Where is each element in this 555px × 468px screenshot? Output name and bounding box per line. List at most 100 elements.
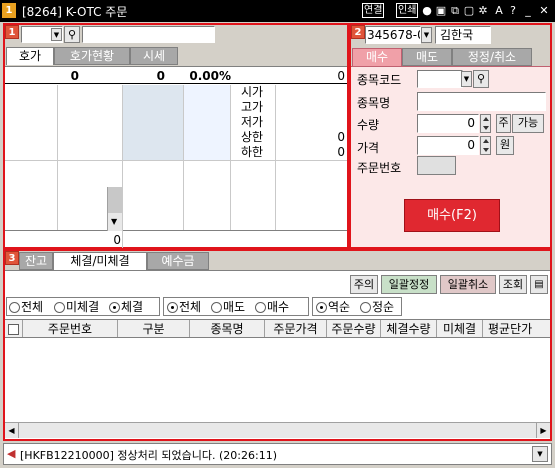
font-icon[interactable]: A — [492, 3, 506, 18]
order-no-label: 주문번호 — [357, 161, 402, 175]
printer-icon[interactable]: ▤ — [530, 275, 548, 294]
print-button[interactable]: 인쇄 — [396, 3, 419, 18]
copy-icon[interactable]: ⧉ — [448, 3, 462, 18]
chevron-down-icon[interactable]: ▼ — [421, 27, 432, 43]
order-desc[interactable]: 역순 — [316, 300, 350, 314]
lower-limit-label: 하한 — [241, 145, 264, 159]
side-sell[interactable]: 매도 — [211, 300, 245, 314]
open-label: 시가 — [241, 85, 264, 99]
select-all-checkbox[interactable] — [8, 324, 19, 335]
order-asc[interactable]: 정순 — [360, 300, 394, 314]
account-select[interactable]: 345678-01 — [365, 26, 421, 44]
table-header: 주문번호 구분 종목명 주문가격 주문수량 체결수량 미체결 평균단가 — [5, 319, 550, 338]
horizontal-scrollbar[interactable]: ◀ ▶ — [5, 422, 550, 438]
chevron-down-icon[interactable]: ▼ — [461, 71, 472, 87]
col-type[interactable]: 구분 — [118, 320, 190, 337]
status-message: [HKFB12210000] 정상처리 되었습니다. (20:26:11) — [20, 449, 277, 462]
chevron-right-icon[interactable]: ▶ — [536, 423, 550, 438]
stock-name-display — [82, 26, 215, 43]
low-label: 저가 — [241, 115, 264, 129]
col-unfilled[interactable]: 미체결 — [437, 320, 483, 337]
caution-button[interactable]: 주의 — [350, 275, 378, 294]
tab-modify-cancel[interactable]: 정정/취소 — [452, 48, 532, 66]
sell-total: 0 — [70, 69, 79, 83]
filter-unfilled[interactable]: 미체결 — [54, 300, 99, 314]
section-number-3: 3 — [5, 251, 19, 265]
save-icon[interactable]: ▣ — [434, 3, 448, 18]
tab-executions[interactable]: 체결/미체결 — [53, 252, 147, 270]
price-unit-button[interactable]: 원 — [496, 136, 514, 155]
query-button[interactable]: 조회 — [499, 275, 527, 294]
title-bar: 1 [8264] K-OTC 주문 연결 인쇄 ● ▣ ⧉ ▢ ✲ A ? _ … — [0, 0, 555, 22]
upper-limit-label: 상한 — [241, 130, 264, 144]
high-label: 고가 — [241, 100, 264, 114]
section-number-2: 2 — [351, 25, 365, 39]
tab-buy[interactable]: 매수 — [352, 48, 402, 66]
qty-input[interactable]: 0 — [417, 114, 479, 133]
filter-all[interactable]: 전체 — [9, 300, 43, 314]
price-label: 가격 — [357, 141, 380, 155]
name-label: 종목명 — [357, 96, 391, 110]
status-bar: ◀ [HKFB12210000] 정상처리 되었습니다. (20:26:11) … — [3, 443, 552, 465]
bottom-total: 0 — [113, 233, 121, 247]
col-avg-price[interactable]: 평균단가 — [483, 320, 550, 337]
price-stepper[interactable] — [480, 136, 491, 155]
bulk-modify-button[interactable]: 일괄정정 — [381, 275, 437, 294]
change-rate: 0.00% — [189, 69, 231, 83]
orderbook-scrollbar[interactable]: ▼ — [107, 187, 122, 231]
col-order-no[interactable]: 주문번호 — [23, 320, 118, 337]
volume-total: 0 — [337, 69, 345, 83]
buy-submit-button[interactable]: 매수(F2) — [404, 199, 500, 232]
chevron-down-icon[interactable]: ▼ — [111, 217, 117, 226]
section-number-1: 1 — [5, 25, 19, 39]
tab-orderbook[interactable]: 호가 — [6, 47, 54, 65]
filter-filled[interactable]: 체결 — [109, 300, 143, 314]
side-buy[interactable]: 매수 — [255, 300, 289, 314]
chevron-down-icon[interactable]: ▼ — [532, 446, 548, 462]
search-icon[interactable]: ⚲ — [473, 70, 489, 88]
buy-total: 0 — [156, 69, 165, 83]
link-button[interactable]: 연결 — [362, 3, 385, 18]
order-no-input[interactable] — [417, 156, 456, 175]
col-stock-name[interactable]: 종목명 — [190, 320, 265, 337]
price-info-labels: 시가 고가 저가 상한 하한 — [241, 85, 271, 160]
pin-icon[interactable]: ● — [420, 3, 434, 18]
order-code-input[interactable] — [417, 70, 463, 88]
order-name-display — [417, 92, 546, 111]
side-all[interactable]: 전체 — [167, 300, 201, 314]
help-icon[interactable]: ? — [506, 3, 520, 18]
orderbook-table: 0 0 0.00% 0 시가 고가 저가 상한 하한 0 0 ▼ 0 — [5, 66, 347, 248]
lower-limit-value: 0 — [337, 145, 345, 159]
chevron-down-icon[interactable]: ▼ — [51, 28, 62, 41]
settings-icon[interactable]: ✲ — [476, 3, 490, 18]
tab-balance[interactable]: 잔고 — [19, 252, 53, 270]
window: 1 [8264] K-OTC 주문 연결 인쇄 ● ▣ ⧉ ▢ ✲ A ? _ … — [0, 0, 555, 468]
account-owner: 김한국 — [435, 26, 491, 44]
minimize-icon[interactable]: _ — [521, 3, 535, 18]
screen-code: [8264] — [22, 5, 62, 19]
tab-deposit[interactable]: 예수금 — [147, 252, 209, 270]
window-badge: 1 — [2, 3, 16, 18]
qty-label: 수량 — [357, 118, 380, 132]
window-title: K-OTC 주문 — [65, 5, 128, 19]
qty-unit-button[interactable]: 주 — [496, 114, 511, 133]
code-label: 종목코드 — [357, 73, 402, 87]
close-icon[interactable]: ✕ — [537, 3, 551, 18]
tab-quote[interactable]: 시세 — [130, 47, 178, 65]
upper-limit-value: 0 — [337, 130, 345, 144]
col-order-qty[interactable]: 주문수량 — [327, 320, 381, 337]
buy-form: 종목코드 ▼ ⚲ 종목명 수량 0 주 가능 가격 0 원 주문번호 매수(F2… — [351, 66, 550, 247]
chevron-left-icon[interactable]: ◀ — [5, 423, 19, 438]
col-filled-qty[interactable]: 체결수량 — [381, 320, 437, 337]
tab-orderbook-status[interactable]: 호가현황 — [54, 47, 130, 65]
col-order-price[interactable]: 주문가격 — [265, 320, 327, 337]
orders-content: 주의 일괄정정 일괄취소 조회 ▤ 전체 미체결 체결 전체 매도 매수 역순 … — [5, 270, 550, 439]
speaker-icon: ◀ — [7, 447, 16, 460]
qty-possible-button[interactable]: 가능 — [512, 114, 544, 133]
tab-sell[interactable]: 매도 — [402, 48, 452, 66]
qty-stepper[interactable] — [480, 114, 491, 133]
window-icon[interactable]: ▢ — [462, 3, 476, 18]
price-input[interactable]: 0 — [417, 136, 479, 155]
search-icon[interactable]: ⚲ — [64, 26, 80, 43]
bulk-cancel-button[interactable]: 일괄취소 — [440, 275, 496, 294]
